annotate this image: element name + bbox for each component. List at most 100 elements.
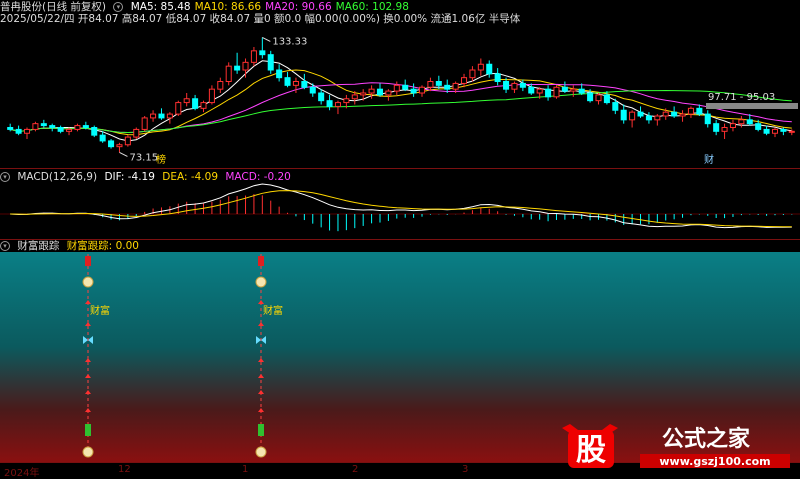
- candle-body: [267, 54, 274, 71]
- candle-body: [629, 111, 636, 121]
- candle-body: [755, 123, 762, 130]
- candle-body: [376, 88, 384, 96]
- candle-body: [696, 107, 703, 115]
- tag-label: 财: [704, 153, 714, 166]
- macd-panel: ▾ MACD(12,26,9) DIF: -4.19 DEA: -4.09 MA…: [0, 169, 800, 239]
- candlestick-chart[interactable]: 133.33 73.15 97.71 - 95.03 榜 财: [0, 0, 800, 168]
- dea-line: [10, 190, 792, 228]
- candle-body: [225, 65, 232, 82]
- candle-body: [108, 140, 115, 148]
- price-panel: 普冉股份(日线 前复权) ▾ MA5: 85.48 MA10: 86.66 MA20…: [0, 0, 800, 168]
- candle-body: [116, 144, 123, 148]
- candle-body: [570, 88, 577, 92]
- x-tick: 12: [118, 464, 131, 475]
- candle-body: [763, 128, 770, 134]
- money-bag-icon: [255, 276, 267, 288]
- macd-chart[interactable]: [0, 169, 800, 239]
- candle-body: [477, 63, 484, 71]
- candle-body: [351, 94, 358, 100]
- candle-body: [7, 127, 14, 130]
- candle-body: [561, 86, 568, 92]
- candle-body: [284, 77, 291, 86]
- candle-body: [166, 113, 173, 119]
- candle-body: [771, 128, 779, 134]
- candle-body: [326, 100, 333, 107]
- candle-body: [553, 86, 560, 98]
- candle-body: [788, 130, 795, 133]
- candle-body: [545, 88, 552, 98]
- candle-body: [385, 90, 392, 96]
- candle-body: [780, 128, 787, 132]
- candle-body: [595, 94, 602, 102]
- candle-body: [57, 127, 64, 132]
- candle-body: [486, 63, 493, 75]
- candle-body: [368, 88, 375, 94]
- candle-body: [32, 123, 39, 130]
- candle-body: [578, 88, 585, 94]
- wealth-name: 财富跟踪: [17, 240, 60, 252]
- candle-body: [309, 86, 316, 94]
- logo-char: 股: [576, 433, 606, 468]
- logo-url: www.gszj100.com: [659, 455, 770, 468]
- candle-body: [528, 86, 535, 94]
- candle-body: [452, 82, 459, 90]
- candle-body: [183, 98, 190, 104]
- x-tick: 2: [352, 464, 359, 475]
- candle-body: [654, 115, 661, 121]
- candle-body: [671, 111, 678, 117]
- candle-body: [511, 82, 518, 90]
- candle-body: [74, 125, 81, 130]
- candle-body: [360, 92, 367, 96]
- candle-body: [620, 109, 627, 121]
- candle-body: [637, 111, 644, 117]
- candle-body: [66, 128, 73, 132]
- wealth-menu-icon[interactable]: ▾: [0, 241, 10, 251]
- low-pointer: [119, 151, 128, 157]
- candle-body: [393, 84, 400, 92]
- wealth-value: 财富跟踪: 0.00: [66, 240, 139, 252]
- candle-body: [519, 82, 526, 88]
- candle-body: [587, 92, 594, 102]
- high-pointer: [262, 36, 271, 42]
- candle-body: [536, 88, 543, 94]
- x-tick: 2024年: [4, 468, 40, 479]
- candle-body: [301, 81, 308, 88]
- candle-body: [15, 128, 22, 134]
- candle-body: [721, 127, 728, 132]
- candle-body: [729, 123, 736, 128]
- candle-body: [49, 125, 56, 129]
- candle-body: [242, 61, 249, 71]
- candle-body: [208, 88, 215, 104]
- candle-body: [469, 69, 476, 79]
- candle-body: [23, 128, 31, 134]
- tag-label: 榜: [156, 153, 166, 166]
- watermark-logo: 股 公式之家 www.gszj100.com: [556, 422, 796, 472]
- candle-body: [645, 115, 652, 121]
- candle-body: [435, 81, 442, 86]
- candle-body: [200, 102, 207, 109]
- candle-body: [612, 102, 619, 111]
- candle-body: [334, 102, 341, 107]
- wealth-label: 财富: [90, 304, 110, 317]
- candle-body: [259, 50, 266, 56]
- candle-body: [418, 86, 426, 94]
- candle-body: [141, 117, 148, 130]
- candle-body: [250, 50, 257, 63]
- candle-body: [192, 98, 199, 109]
- candle-body: [124, 136, 131, 146]
- candle-body: [427, 81, 434, 88]
- candle-body: [444, 84, 451, 90]
- candle-body: [82, 125, 89, 129]
- candle-body: [746, 119, 753, 125]
- candle-body: [494, 73, 501, 83]
- ma-line-5: [10, 60, 792, 142]
- candle-body: [40, 123, 47, 127]
- money-bag-icon: [255, 446, 267, 458]
- money-bag-icon: [82, 446, 94, 458]
- wealth-header: ▾ 财富跟踪 财富跟踪: 0.00: [0, 240, 143, 252]
- dif-line: [10, 183, 792, 229]
- candle-body: [704, 113, 711, 125]
- logo-graphic: 股 公式之家 www.gszj100.com: [562, 424, 790, 468]
- x-tick: 3: [462, 464, 469, 475]
- candle-body: [133, 128, 140, 138]
